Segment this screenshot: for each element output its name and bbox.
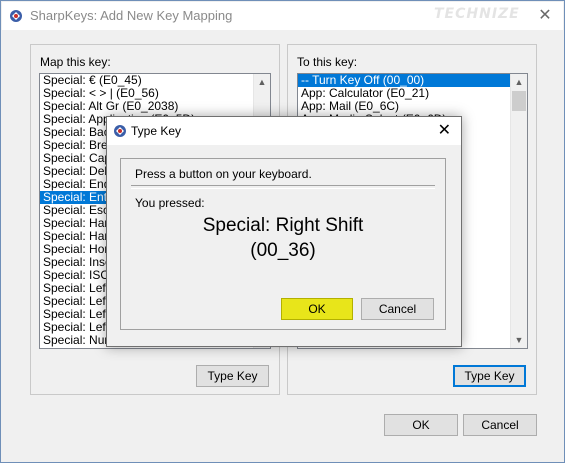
list-item[interactable]: App: Mail (E0_6C) (298, 100, 527, 113)
pressed-key-code: (00_36) (250, 240, 316, 261)
sharpkeys-app-icon (114, 125, 126, 137)
dialog-cancel-button[interactable]: Cancel (361, 298, 434, 320)
map-this-key-label: Map this key: (40, 55, 111, 69)
to-this-key-label: To this key: (297, 55, 358, 69)
sharpkeys-app-icon (10, 10, 22, 22)
divider (131, 185, 435, 189)
instruction-text: Press a button on your keyboard. (135, 167, 312, 181)
dialog-content-frame: Press a button on your keyboard. You pre… (120, 158, 446, 330)
scroll-up-icon[interactable]: ▲ (254, 74, 270, 90)
target-list-scrollbar[interactable]: ▲ ▼ (510, 74, 527, 348)
dialog-title: Type Key (131, 124, 182, 138)
window-titlebar[interactable]: SharpKeys: Add New Key Mapping TECHNIZE … (2, 2, 563, 30)
right-type-key-button[interactable]: Type Key (453, 365, 526, 387)
close-icon[interactable]: ✕ (438, 121, 451, 141)
you-pressed-label: You pressed: (135, 196, 205, 210)
scroll-down-icon[interactable]: ▼ (511, 332, 527, 348)
pressed-key-name: Special: Right Shift (202, 215, 364, 236)
cancel-button[interactable]: Cancel (463, 414, 537, 436)
dialog-ok-button[interactable]: OK (281, 298, 353, 320)
type-key-dialog: Type Key ✕ Press a button on your keyboa… (106, 116, 462, 347)
list-item[interactable]: -- Turn Key Off (00_00) (298, 74, 527, 87)
watermark-logo: TECHNIZE (434, 6, 520, 22)
list-item[interactable]: Special: Alt Gr (E0_2038) (40, 100, 270, 113)
scroll-up-icon[interactable]: ▲ (511, 74, 527, 90)
list-item[interactable]: Special: € (E0_45) (40, 74, 270, 87)
ok-button[interactable]: OK (384, 414, 458, 436)
window-title: SharpKeys: Add New Key Mapping (30, 8, 233, 23)
list-item[interactable]: Special: < > | (E0_56) (40, 87, 270, 100)
dialog-titlebar[interactable]: Type Key ✕ (107, 117, 461, 145)
left-type-key-button[interactable]: Type Key (196, 365, 269, 387)
list-item[interactable]: App: Calculator (E0_21) (298, 87, 527, 100)
close-icon[interactable]: ✕ (535, 6, 555, 26)
scroll-thumb[interactable] (512, 91, 526, 111)
